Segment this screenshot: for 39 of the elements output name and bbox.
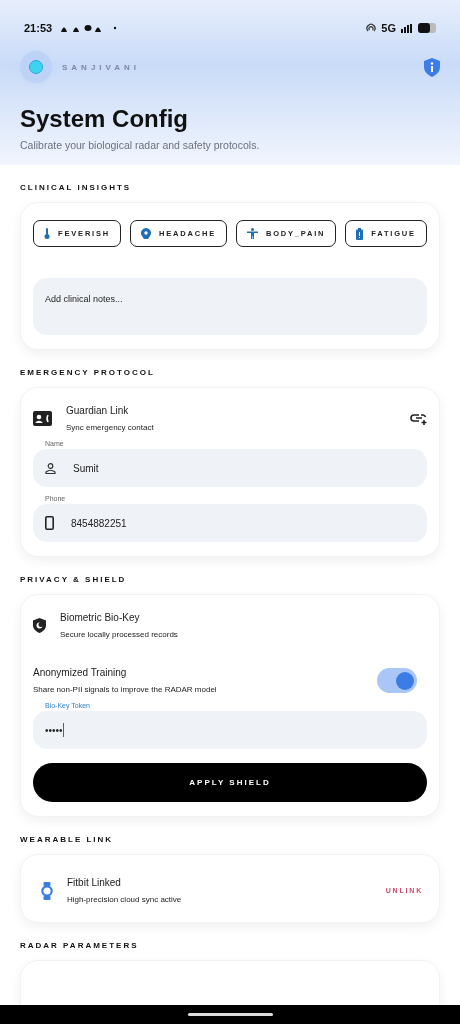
battery-alert-icon [356, 227, 364, 240]
phone-icon [45, 516, 54, 530]
shield-moon-icon [33, 618, 46, 633]
row-subtitle: Share non-PII signals to improve the RADAR model [33, 685, 218, 694]
input-field[interactable]: Sumit [33, 449, 427, 487]
shield-info-icon[interactable] [424, 57, 440, 77]
person-icon [45, 462, 56, 474]
radar-logo-icon [20, 51, 52, 83]
section-heading: WEARABLE LINK [20, 835, 115, 844]
contact-card-icon [33, 411, 52, 426]
thermometer-icon [44, 228, 51, 239]
notes-field[interactable]: Add clinical notes... [33, 278, 427, 335]
input-field[interactable]: 8454882251 [33, 504, 427, 542]
row-subtitle: Sync emergency contact [66, 423, 155, 432]
head-icon [141, 228, 152, 239]
row-title: Anonymized Training [33, 667, 128, 678]
add-link-icon[interactable] [410, 412, 427, 425]
body-icon [246, 228, 258, 239]
toggle-switch[interactable] [377, 668, 417, 693]
row-title: Guardian Link [66, 405, 130, 416]
page-subtitle: Calibrate your biological radar and safety protocols. [20, 139, 261, 151]
section-heading: CLINICAL INSIGHTS [20, 183, 133, 192]
section-heading: PRIVACY & SHIELD [20, 575, 128, 584]
apply-shield-button[interactable]: APPLY SHIELD [33, 763, 427, 802]
page-title: System Config [20, 105, 190, 133]
hotspot-icon [366, 23, 377, 33]
section-heading: EMERGENCY PROTOCOL [20, 368, 156, 377]
row-subtitle: Secure locally processed records [60, 630, 179, 639]
row-title: Biometric Bio-Key [60, 612, 141, 623]
network-type: 5G [381, 22, 396, 34]
row-title: Fitbit Linked [67, 877, 122, 888]
status-time: 21:53 [24, 22, 53, 34]
row-subtitle: High-precision cloud sync active [67, 895, 183, 904]
battery-icon [418, 23, 436, 33]
app-name: SANJIVANI [62, 62, 141, 72]
password-field[interactable]: ••••• [33, 711, 427, 749]
signal-icon [401, 23, 413, 33]
watch-icon [41, 881, 53, 900]
section-heading: RADAR PARAMETERS [20, 941, 140, 950]
